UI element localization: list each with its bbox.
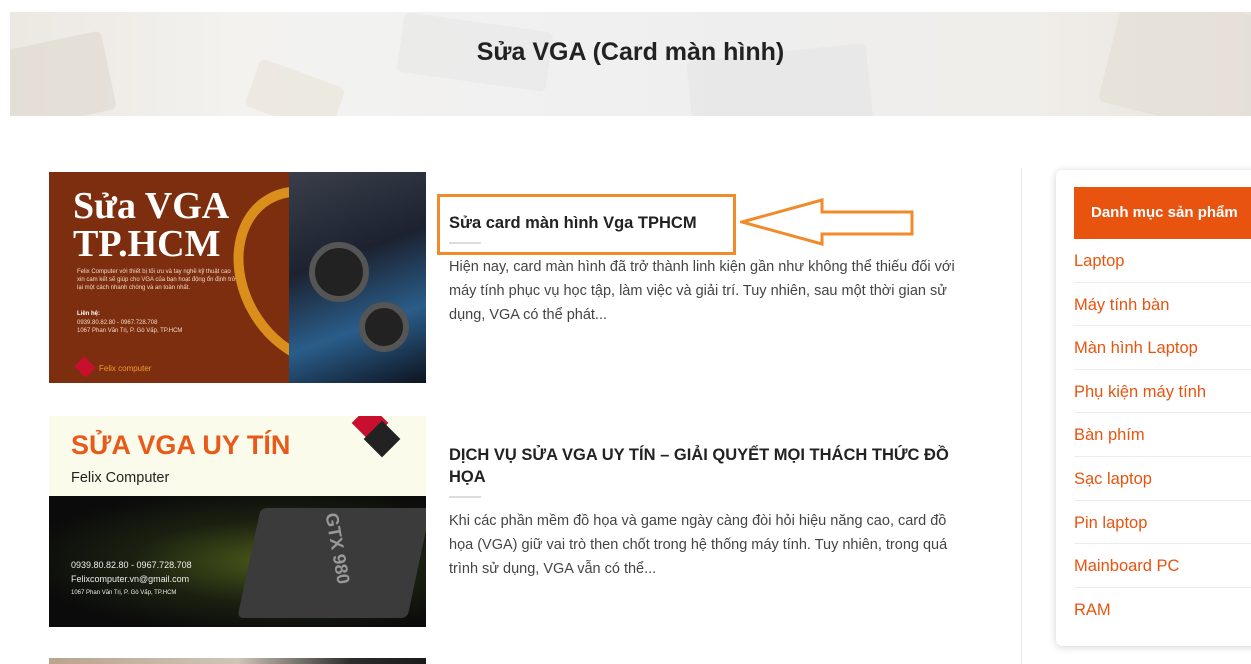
thumb-blurb: Felix Computer với thiết bị tối ưu và ta… (77, 269, 236, 291)
thumb-subtitle: Felix Computer (71, 470, 170, 486)
category-sidebar: Danh mục sản phẩm Laptop Máy tính bàn Mà… (1056, 170, 1251, 646)
sidebar-item-pin-laptop[interactable]: Pin laptop (1074, 501, 1251, 545)
page-banner: Sửa VGA (Card màn hình) (10, 12, 1251, 116)
sidebar-item-laptop[interactable]: Laptop (1074, 239, 1251, 283)
gpu-photo (289, 172, 426, 383)
sidebar-item-man-hinh-laptop[interactable]: Màn hình Laptop (1074, 326, 1251, 370)
thumb-contact-label: Liên hệ: (77, 311, 101, 317)
post-thumbnail[interactable]: SỬA VGA UY TÍN Felix Computer GTX 980 09… (49, 416, 426, 627)
thumb-email: Felixcomputer.vn@gmail.com (71, 574, 190, 584)
post-excerpt: Khi các phần mềm đồ họa và game ngày càn… (449, 513, 948, 577)
thumb-address: 1067 Phan Văn Trị, P. Gò Vấp, TP.HCM (71, 590, 177, 596)
sidebar-item-sac-laptop[interactable]: Sạc laptop (1074, 457, 1251, 501)
sidebar-item-ban-phim[interactable]: Bàn phím (1074, 413, 1251, 457)
post-thumbnail[interactable]: Sửa VGA TP.HCM Felix Computer với thiết … (49, 172, 426, 383)
title-separator (449, 496, 481, 498)
thumb-headline-2: TP.HCM (73, 223, 221, 265)
column-divider (1021, 168, 1022, 664)
category-list: Laptop Máy tính bàn Màn hình Laptop Phụ … (1074, 239, 1251, 631)
sidebar-item-phu-kien[interactable]: Phụ kiện máy tính (1074, 370, 1251, 414)
sidebar-item-mainboard[interactable]: Mainboard PC (1074, 544, 1251, 588)
thumb-headline-1: Sửa VGA (73, 185, 230, 227)
post-body: DỊCH VỤ SỬA VGA UY TÍN – GIẢI QUYẾT MỌI … (449, 444, 969, 581)
highlight-box (437, 194, 736, 255)
sidebar-heading: Danh mục sản phẩm (1074, 187, 1251, 239)
thumb-headline: SỬA VGA UY TÍN (71, 430, 291, 460)
thumb-contact-address: 1067 Phan Văn Trị, P. Gò Vấp, TP.HCM (77, 328, 183, 334)
post-thumbnail[interactable] (49, 658, 426, 664)
thumb-contact-phone: 0939.80.82.80 - 0967.728.708 (77, 320, 158, 326)
thumb-phone: 0939.80.82.80 - 0967.728.708 (71, 560, 192, 570)
sidebar-item-may-tinh-ban[interactable]: Máy tính bàn (1074, 283, 1251, 327)
sidebar-item-ram[interactable]: RAM (1074, 588, 1251, 632)
post-title-link[interactable]: DỊCH VỤ SỬA VGA UY TÍN – GIẢI QUYẾT MỌI … (449, 444, 969, 488)
post-excerpt: Hiện nay, card màn hình đã trở thành lin… (449, 259, 955, 323)
page-title: Sửa VGA (Card màn hình) (476, 38, 785, 66)
thumb-brand: Felix computer (99, 364, 152, 373)
annotation-arrow-icon (740, 198, 914, 246)
felix-logo-icon (74, 356, 96, 378)
